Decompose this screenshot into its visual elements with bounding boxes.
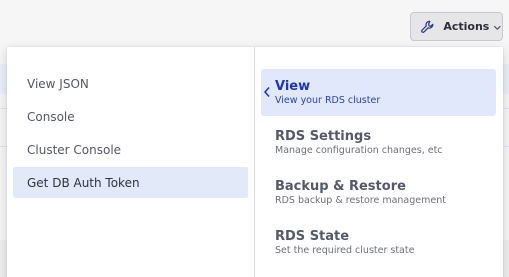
submenu-item-subtitle: RDS backup & restore management [275,195,446,206]
submenu-item-backup-restore[interactable]: Backup & Restore RDS backup & restore ma… [261,169,496,216]
chevron-down-icon [494,25,502,31]
menu-item-view-json[interactable]: View JSON [13,68,248,99]
submenu-item-title: View [275,79,311,94]
menu-item-label: Cluster Console [27,142,122,157]
submenu-item-rds-state[interactable]: RDS State Set the required cluster state [261,219,496,266]
menu-item-label: View JSON [27,76,89,91]
chevron-left-icon[interactable] [263,86,271,98]
submenu-item-title: RDS Settings [275,129,372,144]
submenu-item-subtitle: Set the required cluster state [275,245,415,256]
submenu-item-subtitle: View your RDS cluster [275,95,381,106]
actions-label: Actions [443,20,490,33]
menu-item-label: Get DB Auth Token [27,175,140,190]
menu-item-console[interactable]: Console [13,101,248,132]
submenu-item-subtitle: Manage configuration changes, etc [275,145,443,156]
menu-item-get-db-auth-token[interactable]: Get DB Auth Token [13,167,248,198]
submenu-item-rds-settings[interactable]: RDS Settings Manage configuration change… [261,119,496,166]
actions-dropdown-menu: View JSON Console Cluster Console Get DB… [7,47,503,277]
submenu-item-title: Backup & Restore [275,179,406,194]
submenu-item-title: RDS State [275,229,350,244]
menu-item-label: Console [27,109,75,124]
actions-button[interactable]: Actions [410,12,503,41]
submenu-item-view[interactable]: View View your RDS cluster [261,69,496,116]
wrench-icon [421,20,434,33]
menu-item-cluster-console[interactable]: Cluster Console [13,134,248,165]
